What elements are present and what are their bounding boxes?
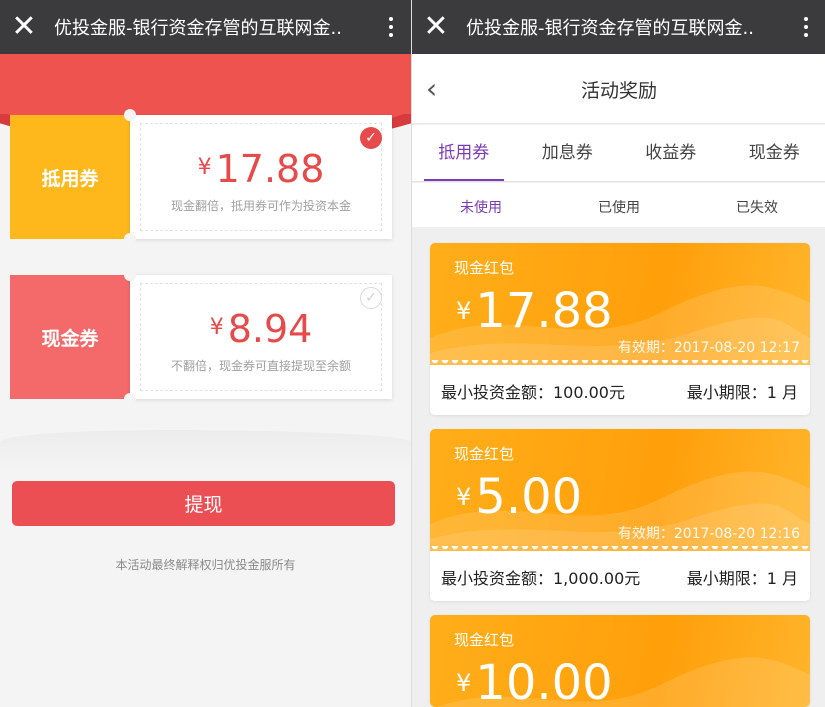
card-header: 现金红包 ¥10.00 (430, 615, 810, 707)
subtab-expired[interactable]: 已失效 (688, 183, 825, 227)
withdraw-button[interactable]: 提现 (12, 481, 395, 526)
nav-title: 活动奖励 (580, 80, 657, 102)
coupon-tabs: 抵用券 加息券 收益券 现金券 (412, 125, 825, 182)
status-subtabs: 未使用 已使用 已失效 (412, 183, 825, 227)
tab-interest-coupon[interactable]: 加息券 (516, 125, 620, 181)
ticket-description: 现金翻倍，抵用券可作为投资本金 (170, 199, 351, 213)
min-invest-amount: 最小投资金额：1,000.00元 (441, 569, 641, 588)
card-title: 现金红包 (454, 445, 515, 463)
tab-voucher[interactable]: 抵用券 (412, 125, 516, 181)
red-packet-card[interactable]: 现金红包 ¥17.88 有效期：2017-08-20 12:17 最小投资金额：… (430, 243, 810, 415)
ticket-type-label: 现金券 (10, 275, 130, 399)
more-vertical-icon[interactable] (786, 0, 825, 54)
left-top-bar: ✕ 优投金服-银行资金存管的互联网金.. (0, 0, 411, 54)
check-circle-icon[interactable]: ✓ (360, 287, 382, 309)
card-amount: ¥10.00 (456, 655, 613, 707)
left-screen: ✕ 优投金服-银行资金存管的互联网金.. 抵用券 ¥17.88 现金翻倍，抵用券… (0, 0, 411, 707)
red-packet-card[interactable]: 现金红包 ¥10.00 (430, 615, 810, 707)
more-vertical-icon[interactable] (371, 0, 411, 54)
check-circle-icon[interactable]: ✓ (360, 127, 382, 149)
right-screen: ✕ 优投金服-银行资金存管的互联网金.. ‹ 活动奖励 抵用券 加息券 收益券 … (411, 0, 825, 707)
min-invest-amount: 最小投资金额：100.00元 (441, 383, 625, 402)
tab-income-coupon[interactable]: 收益券 (619, 125, 723, 181)
ticket-body: ¥17.88 现金翻倍，抵用券可作为投资本金 ✓ (130, 115, 392, 239)
card-amount: ¥17.88 (456, 283, 613, 339)
tab-cash-coupon[interactable]: 现金券 (723, 125, 825, 181)
coupon-ticket-voucher[interactable]: 抵用券 ¥17.88 现金翻倍，抵用券可作为投资本金 ✓ (10, 109, 392, 245)
right-top-bar: ✕ 优投金服-银行资金存管的互联网金.. (412, 0, 825, 54)
ticket-amount: ¥17.88 (197, 147, 325, 191)
card-header: 现金红包 ¥5.00 有效期：2017-08-20 12:16 (430, 429, 810, 551)
ticket-amount: ¥8.94 (209, 307, 313, 351)
nav-bar: ‹ 活动奖励 (412, 54, 825, 124)
card-title: 现金红包 (454, 631, 515, 649)
card-amount: ¥5.00 (456, 469, 583, 525)
footer-note: 本活动最终解释权归优投金服所有 (115, 558, 296, 572)
page-title: 优投金服-银行资金存管的互联网金.. (466, 18, 754, 39)
card-footer: 最小投资金额：100.00元 最小期限：1 月 (430, 360, 810, 415)
page-title: 优投金服-银行资金存管的互联网金.. (54, 18, 342, 39)
coupon-ticket-cash[interactable]: 现金券 ¥8.94 不翻倍，现金券可直接提现至余额 ✓ (10, 269, 392, 405)
min-term: 最小期限：1 月 (686, 383, 798, 402)
ticket-type-label: 抵用券 (10, 115, 130, 239)
decorative-wave (0, 430, 411, 470)
ticket-description: 不翻倍，现金券可直接提现至余额 (170, 359, 351, 373)
subtab-used[interactable]: 已使用 (550, 183, 688, 227)
red-packet-card[interactable]: 现金红包 ¥5.00 有效期：2017-08-20 12:16 最小投资金额：1… (430, 429, 810, 601)
ticket-body: ¥8.94 不翻倍，现金券可直接提现至余额 ✓ (130, 275, 392, 399)
header-banner (0, 54, 411, 114)
card-header: 现金红包 ¥17.88 有效期：2017-08-20 12:17 (430, 243, 810, 365)
subtab-unused[interactable]: 未使用 (412, 183, 550, 227)
close-icon[interactable]: ✕ (0, 0, 48, 54)
card-expiry: 有效期：2017-08-20 12:16 (617, 526, 800, 542)
card-expiry: 有效期：2017-08-20 12:17 (617, 340, 800, 356)
min-term: 最小期限：1 月 (686, 569, 798, 588)
close-icon[interactable]: ✕ (412, 0, 460, 54)
card-title: 现金红包 (454, 259, 515, 277)
card-footer: 最小投资金额：1,000.00元 最小期限：1 月 (430, 546, 810, 601)
